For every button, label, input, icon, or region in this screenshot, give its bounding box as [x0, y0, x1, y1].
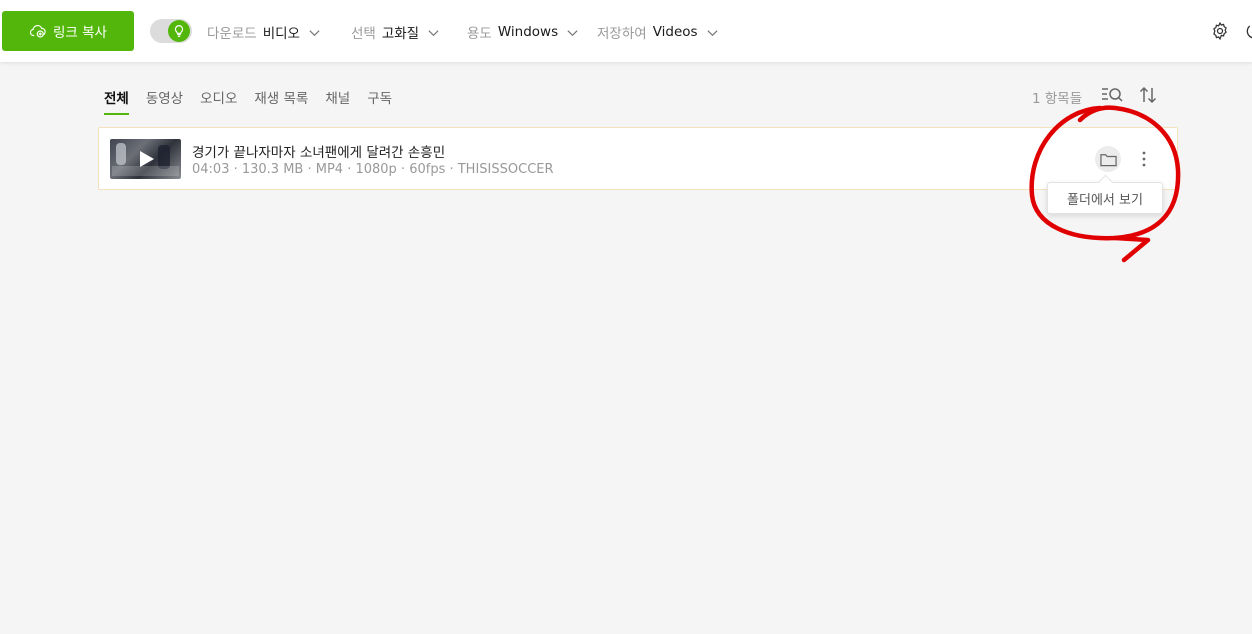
tab-playlists[interactable]: 재생 목록 — [254, 84, 308, 115]
platform-label: 용도 — [467, 26, 492, 42]
sort-icon[interactable] — [1138, 85, 1158, 105]
lightbulb-icon — [174, 25, 184, 37]
download-type-value: 비디오 — [262, 26, 300, 42]
platform-value: Windows — [497, 24, 559, 40]
copy-link-label: 링크 복사 — [53, 25, 107, 41]
cloud-plus-icon — [29, 25, 46, 38]
chevron-down-icon — [309, 29, 320, 36]
power-icon[interactable] — [1244, 20, 1252, 42]
quality-label: 선택 — [351, 26, 376, 42]
download-type-dropdown[interactable]: 다운로드 비디오 — [207, 22, 321, 42]
more-vertical-icon — [1142, 151, 1146, 167]
item-count: 1 항목들 — [1032, 91, 1083, 107]
save-location-label: 저장하여 — [597, 26, 647, 42]
gear-icon[interactable] — [1210, 21, 1230, 41]
top-toolbar: 링크 복사 다운로드 비디오 선택 고화질 용도 Windows 저장하여 Vi… — [0, 0, 1252, 62]
folder-icon — [1099, 153, 1117, 166]
open-folder-button[interactable] — [1095, 146, 1121, 172]
tab-audio[interactable]: 오디오 — [200, 84, 237, 115]
chevron-down-icon — [428, 29, 439, 36]
list-item[interactable]: 경기가 끝나자마자 소녀팬에게 달려간 손흥민 04:03 · 130.3 MB… — [98, 127, 1178, 190]
play-icon — [140, 151, 154, 167]
tab-channels[interactable]: 채널 — [325, 84, 350, 115]
quality-value: 고화질 — [381, 26, 420, 42]
video-thumbnail[interactable] — [110, 139, 181, 179]
save-location-value: Videos — [652, 24, 698, 40]
category-tabs: 전체 동영상 오디오 재생 목록 채널 구독 — [104, 84, 409, 116]
save-location-dropdown[interactable]: 저장하여 Videos — [597, 22, 719, 42]
toggle-knob — [168, 20, 190, 42]
chevron-down-icon — [567, 29, 578, 36]
filter-search-icon[interactable] — [1100, 85, 1124, 105]
tab-all[interactable]: 전체 — [104, 84, 129, 115]
folder-tooltip: 폴더에서 보기 — [1047, 182, 1163, 214]
more-options-button[interactable] — [1135, 148, 1153, 170]
platform-dropdown[interactable]: 용도 Windows — [467, 22, 579, 42]
smart-mode-toggle[interactable] — [150, 19, 192, 43]
chevron-down-icon — [706, 29, 718, 36]
quality-dropdown[interactable]: 선택 고화질 — [351, 22, 440, 42]
tab-video[interactable]: 동영상 — [146, 84, 183, 115]
download-type-label: 다운로드 — [207, 26, 257, 42]
copy-link-button[interactable]: 링크 복사 — [2, 11, 134, 51]
tab-subscriptions[interactable]: 구독 — [367, 84, 392, 115]
item-title: 경기가 끝나자마자 소녀팬에게 달려간 손흥민 — [192, 145, 446, 161]
item-meta: 04:03 · 130.3 MB · MP4 · 1080p · 60fps ·… — [192, 162, 554, 177]
